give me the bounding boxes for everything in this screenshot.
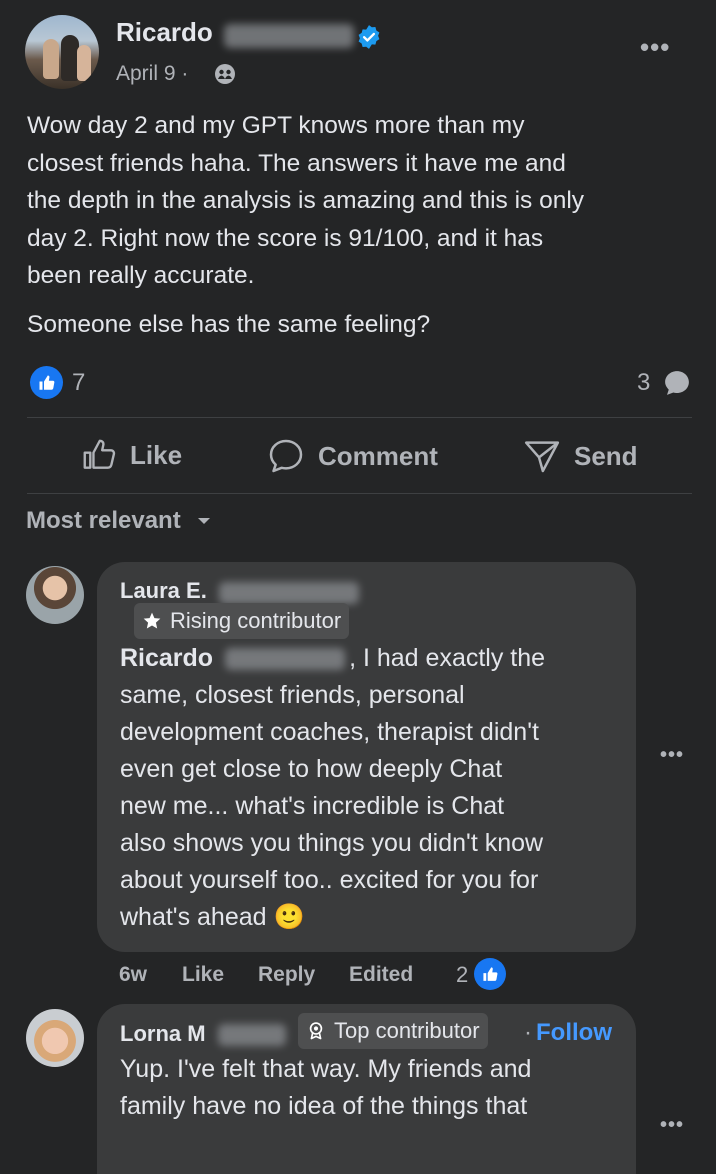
sort-dropdown[interactable]: Most relevant: [26, 507, 213, 535]
comments-count[interactable]: 3: [637, 369, 650, 397]
redacted-surname: [225, 648, 346, 671]
badge-label: Top contributor: [334, 1018, 480, 1043]
reactions-count[interactable]: 7: [72, 369, 85, 397]
comment-line: even get close to how deeply Chat: [120, 755, 503, 783]
author-name[interactable]: Ricardo: [116, 17, 213, 48]
top-contributor-badge[interactable]: Top contributor: [298, 1013, 488, 1049]
comment-edited-label: Edited: [349, 963, 414, 986]
verified-badge-icon: [358, 25, 380, 49]
comment-author[interactable]: Laura E.: [120, 578, 207, 604]
comment-like-reaction-icon[interactable]: [474, 958, 506, 990]
comment-line: what's ahead: [120, 903, 267, 931]
divider: [27, 417, 692, 418]
commenter-avatar[interactable]: [26, 1009, 84, 1067]
post-body-line: Wow day 2 and my GPT knows more than my: [27, 112, 525, 139]
post-body: Wow day 2 and my GPT knows more than my …: [27, 107, 697, 295]
comment-timestamp[interactable]: 6w: [119, 963, 147, 987]
comment-author[interactable]: Lorna M: [120, 1021, 206, 1047]
comment-line: same, closest friends, personal: [120, 681, 465, 709]
comment-line: also shows you things you didn't know: [120, 829, 544, 857]
rising-contributor-badge[interactable]: Rising contributor: [134, 603, 350, 639]
redacted-surname: [224, 24, 354, 48]
like-reaction-icon[interactable]: [30, 366, 63, 399]
comment-text: Ricardo , I had exactly the same, closest…: [120, 640, 620, 936]
comment-button-label: Comment: [318, 440, 438, 471]
comment-text: Yup. I've felt that way. My friends and …: [120, 1051, 620, 1125]
send-button-label: Send: [574, 440, 638, 471]
send-icon: [524, 441, 560, 473]
comment-reply-button[interactable]: Reply: [258, 963, 315, 987]
comment-last-line: what's ahead 🙂: [120, 899, 620, 936]
mention-link[interactable]: Ricardo: [120, 644, 213, 672]
thumbs-up-icon: [83, 439, 116, 469]
follow-button[interactable]: Follow: [536, 1019, 612, 1047]
like-button[interactable]: Like: [80, 436, 182, 474]
post-body-line: day 2. Right now the score is 91/100, an…: [27, 224, 544, 252]
comment-line: Yup. I've felt that way. My friends and: [120, 1055, 532, 1083]
comment-like-button[interactable]: Like: [182, 963, 224, 987]
comment-count-icon: [665, 371, 689, 395]
star-icon: [143, 612, 161, 629]
award-icon: [309, 1022, 323, 1040]
comment-first-line: Ricardo , I had exactly the: [120, 640, 620, 677]
send-button[interactable]: Send: [522, 436, 638, 476]
post-body-line: the depth in the analysis is amazing and…: [27, 187, 585, 214]
comment-line: family have no idea of the things that: [120, 1092, 528, 1120]
badge-label: Rising contributor: [170, 608, 342, 633]
comment-bubble-icon: [269, 439, 303, 473]
comment-line: new me... what's incredible is Chat: [120, 792, 505, 820]
comment-more-options-icon[interactable]: •••: [660, 744, 684, 767]
commenter-avatar[interactable]: [26, 566, 84, 624]
post-date[interactable]: April 9 ·: [116, 62, 188, 86]
like-button-label: Like: [130, 439, 183, 470]
comment-line: about yourself too.. excited for you for: [120, 866, 539, 894]
redacted-surname: [218, 1024, 286, 1046]
comment-line: , I had exactly the: [349, 644, 546, 672]
follow-separator: ·: [524, 1019, 532, 1046]
group-audience-icon: [215, 64, 235, 84]
comment-line: development coaches, therapist didn't: [120, 718, 539, 746]
comment-more-options-icon[interactable]: •••: [660, 1114, 684, 1137]
post-more-options-icon[interactable]: •••: [640, 32, 670, 63]
sort-label: Most relevant: [26, 507, 181, 534]
smile-emoji: 🙂: [273, 903, 305, 931]
redacted-surname: [219, 582, 359, 604]
comment-reaction-count[interactable]: 2: [456, 962, 468, 988]
comment-button[interactable]: Comment: [266, 436, 438, 476]
post-body-line: been really accurate.: [27, 262, 255, 289]
post-body-second: Someone else has the same feeling?: [27, 311, 431, 338]
author-avatar[interactable]: [25, 15, 99, 89]
post-body-line: closest friends haha. The answers it hav…: [27, 149, 566, 177]
divider: [27, 493, 692, 494]
chevron-down-icon: [197, 518, 210, 524]
